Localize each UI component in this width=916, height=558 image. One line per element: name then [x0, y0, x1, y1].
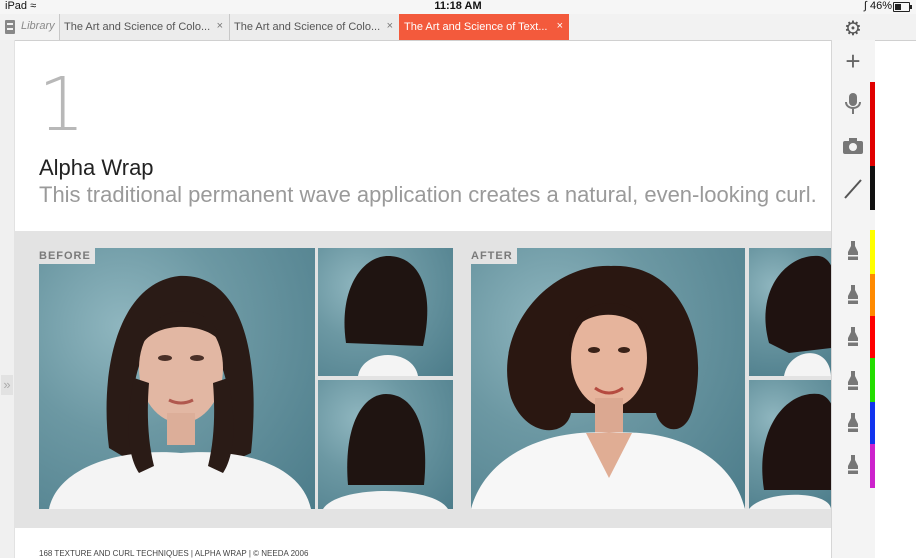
highlighter-icon[interactable]	[840, 368, 866, 394]
tab-bar: Library The Art and Science of Colo... ×…	[0, 14, 916, 41]
pen-icon[interactable]	[840, 176, 866, 202]
page-footer: 168 TEXTURE AND CURL TECHNIQUES | ALPHA …	[39, 549, 309, 558]
color-swatch-yellow[interactable]	[870, 230, 875, 274]
chapter-number: 1	[38, 62, 86, 148]
close-icon[interactable]: ×	[557, 20, 563, 32]
highlighter-icon[interactable]	[840, 282, 866, 308]
color-swatch-green[interactable]	[870, 358, 875, 402]
left-gutter: »	[0, 40, 15, 558]
after-back-photo-bottom	[749, 380, 831, 509]
plus-icon[interactable]: +	[840, 48, 866, 74]
tab-book-3-active[interactable]: The Art and Science of Text... ×	[399, 14, 569, 40]
gear-icon[interactable]: ⚙	[844, 16, 862, 41]
library-icon	[5, 20, 15, 34]
before-label: BEFORE	[39, 248, 95, 264]
before-back-photo-top	[318, 248, 453, 376]
tab-book-1[interactable]: The Art and Science of Colo... ×	[59, 14, 229, 40]
tab-title: The Art and Science of Text...	[404, 21, 548, 33]
library-label: Library	[21, 20, 55, 32]
bluetooth-icon: ∫	[863, 0, 867, 12]
highlighter-icon[interactable]	[840, 410, 866, 436]
highlighter-icon[interactable]	[840, 238, 866, 264]
clock: 11:18 AM	[434, 0, 482, 12]
library-button[interactable]: Library	[0, 14, 58, 40]
after-front-photo: AFTER	[471, 248, 745, 509]
color-swatch-red[interactable]	[870, 82, 875, 166]
page-subtitle: This traditional permanent wave applicat…	[39, 182, 817, 207]
close-icon[interactable]: ×	[387, 20, 393, 32]
chevron-left-icon[interactable]: »	[1, 375, 13, 395]
status-bar: iPad ≈ 11:18 AM ∫ 46%	[0, 0, 916, 14]
color-swatch-red-2[interactable]	[870, 316, 875, 358]
microphone-icon[interactable]	[840, 90, 866, 116]
color-swatch-orange[interactable]	[870, 274, 875, 316]
page-title: Alpha Wrap	[39, 155, 154, 180]
battery-percent: ∫ 46%	[863, 0, 892, 12]
color-swatch-blue[interactable]	[870, 402, 875, 444]
tab-book-2[interactable]: The Art and Science of Colo... ×	[229, 14, 399, 40]
highlighter-icon[interactable]	[840, 324, 866, 350]
close-icon[interactable]: ×	[217, 20, 223, 32]
tab-title: The Art and Science of Colo...	[64, 21, 211, 33]
camera-icon[interactable]	[840, 133, 866, 159]
after-label: AFTER	[471, 248, 517, 264]
color-swatch-black[interactable]	[870, 166, 875, 210]
before-back-photo-bottom	[318, 380, 453, 509]
annotation-toolbar: +	[831, 40, 875, 558]
tab-title: The Art and Science of Colo...	[234, 21, 381, 33]
color-swatch-purple[interactable]	[870, 444, 875, 488]
before-front-photo: BEFORE	[39, 248, 315, 509]
after-back-photo-top	[749, 248, 831, 376]
battery-icon	[893, 2, 912, 12]
highlighter-icon[interactable]	[840, 452, 866, 478]
